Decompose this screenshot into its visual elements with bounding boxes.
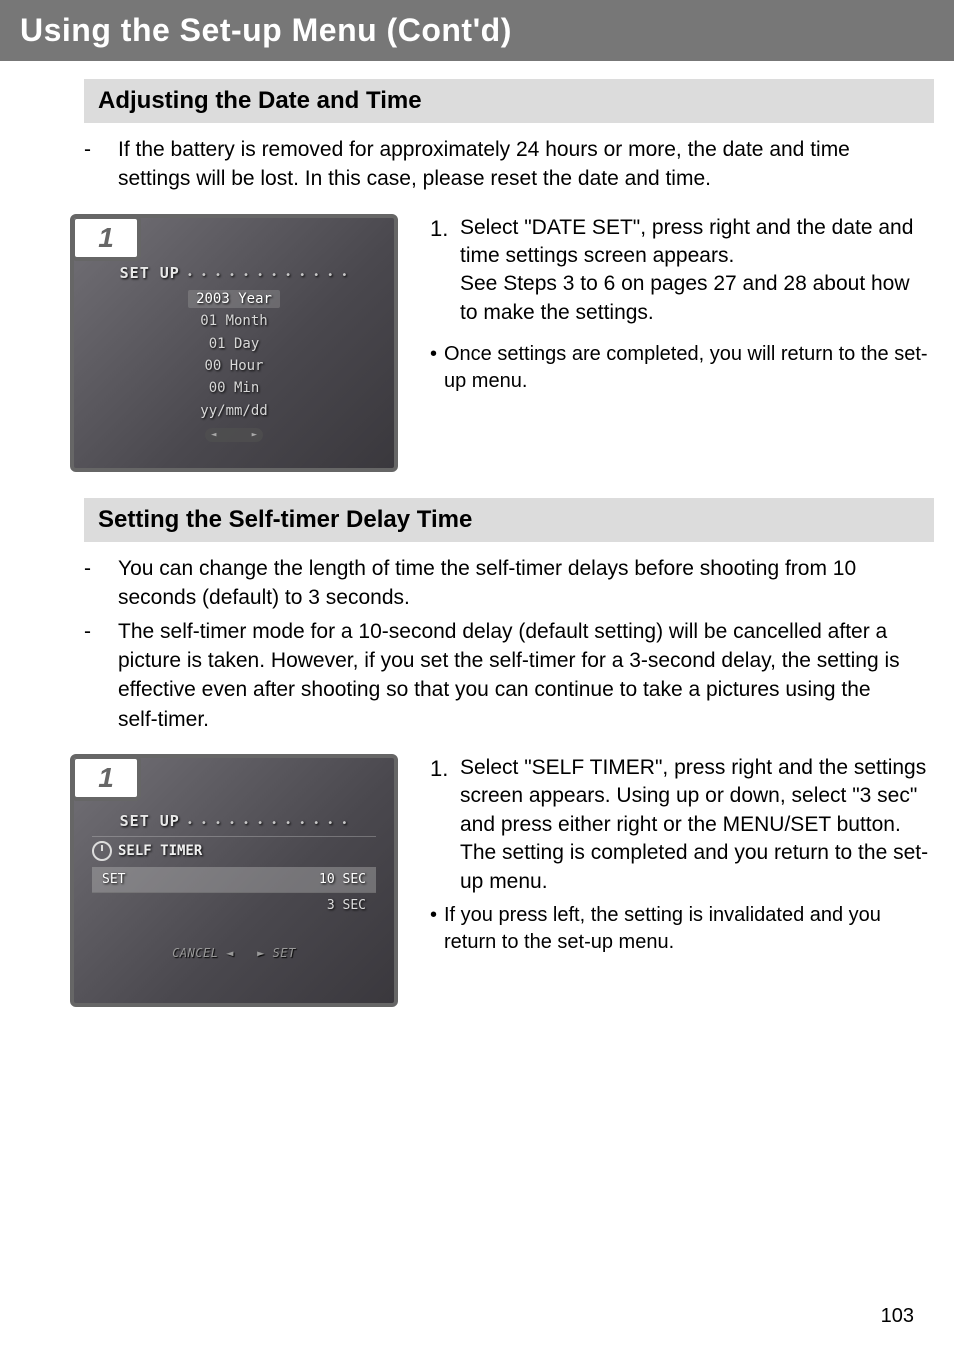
screenshot-date-set: 1 SET UP 2003 Year 01 Month 01 Day 00 Ho… — [70, 214, 398, 472]
bullet-dash: - — [84, 135, 118, 194]
section-heading-date-time: Adjusting the Date and Time — [84, 79, 934, 123]
footer-hints: CANCEL ◄ ► SET — [92, 946, 376, 960]
setup-title: SET UP — [92, 812, 376, 830]
bullet-dash: - — [84, 617, 118, 735]
bullet-block: - If the battery is removed for approxim… — [84, 135, 914, 194]
page-title: Using the Set-up Menu (Cont'd) — [20, 12, 512, 48]
sub-bullet-text: Once settings are completed, you will re… — [444, 341, 930, 395]
bullet-dot: • — [430, 902, 444, 956]
step-number: 1. — [430, 214, 460, 327]
setup-title: SET UP — [114, 264, 354, 282]
bullet-text: The self-timer mode for a 10-second dela… — [118, 617, 914, 735]
bullet-dot: • — [430, 341, 444, 395]
screenshot-badge: 1 — [71, 755, 141, 801]
bullet-dash: - — [84, 554, 118, 613]
self-timer-header: SELF TIMER — [92, 836, 376, 861]
screenshot-badge: 1 — [71, 215, 141, 261]
section-heading-self-timer: Setting the Self-timer Delay Time — [84, 498, 934, 542]
sub-bullet-text: If you press left, the setting is invali… — [444, 902, 930, 956]
nav-pill-icon: ◄► — [205, 428, 263, 442]
screenshot-self-timer: 1 SET UP SELF TIMER SET 10 SEC 3 SEC — [70, 754, 398, 1007]
options-table: SET 10 SEC 3 SEC — [92, 867, 376, 918]
page-title-bar: Using the Set-up Menu (Cont'd) — [0, 0, 954, 61]
step-number: 1. — [430, 754, 460, 896]
date-list: 2003 Year 01 Month 01 Day 00 Hour 00 Min… — [114, 288, 354, 422]
step-text: Select "SELF TIMER", press right and the… — [460, 754, 930, 896]
bullet-text: You can change the length of time the se… — [118, 554, 914, 613]
step-text: Select "DATE SET", press right and the d… — [460, 214, 930, 271]
page-number: 103 — [881, 1305, 914, 1328]
self-timer-icon — [92, 841, 112, 861]
step-text: See Steps 3 to 6 on pages 27 and 28 abou… — [460, 270, 930, 327]
bullet-block: - You can change the length of time the … — [84, 554, 914, 734]
bullet-text: If the battery is removed for approximat… — [118, 135, 914, 194]
